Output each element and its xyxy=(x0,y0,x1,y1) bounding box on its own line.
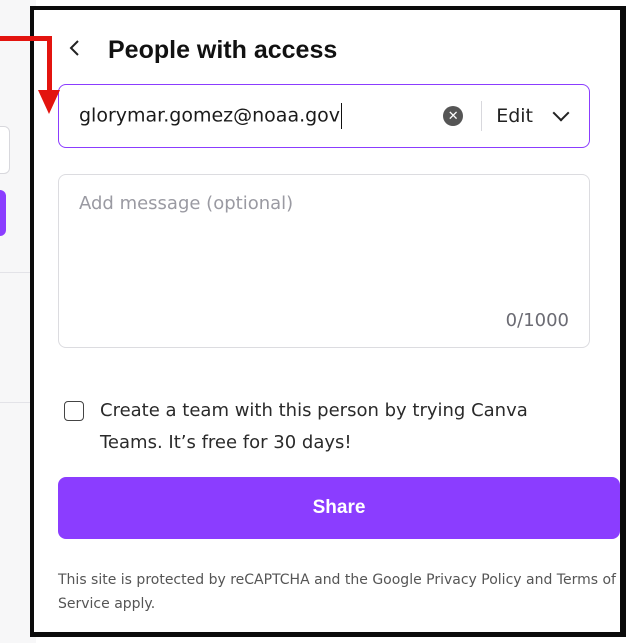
recaptcha-notice: This site is protected by reCAPTCHA and … xyxy=(58,572,616,612)
role-dropdown[interactable]: Edit xyxy=(496,104,570,127)
message-placeholder: Add message (optional) xyxy=(79,193,294,214)
text-caret xyxy=(341,103,343,129)
character-counter: 0/1000 xyxy=(505,310,569,331)
annotation-arrow-shaft xyxy=(0,36,52,41)
annotation-arrow-shaft xyxy=(47,36,52,92)
chevron-down-icon xyxy=(552,104,570,122)
annotation-arrow-head-icon xyxy=(38,90,60,114)
create-team-option[interactable]: Create a team with this person by trying… xyxy=(64,395,584,459)
page-title: People with access xyxy=(108,35,338,64)
chevron-left-icon xyxy=(69,39,79,56)
background-button xyxy=(0,190,6,236)
create-team-label: Create a team with this person by trying… xyxy=(100,400,528,453)
share-panel: People with access glorymar.gomez@noaa.g… xyxy=(30,6,626,637)
back-button[interactable] xyxy=(68,38,94,63)
background-input xyxy=(0,126,10,174)
message-textarea[interactable]: Add message (optional) 0/1000 xyxy=(58,174,590,348)
clear-circle-icon[interactable]: ✕ xyxy=(443,106,464,126)
share-button[interactable]: Share xyxy=(58,477,620,539)
email-value[interactable]: glorymar.gomez@noaa.gov xyxy=(79,103,443,129)
create-team-checkbox[interactable] xyxy=(64,401,84,421)
email-input[interactable]: glorymar.gomez@noaa.gov ✕ Edit xyxy=(58,84,590,148)
field-divider xyxy=(481,101,483,131)
panel-header: People with access xyxy=(68,30,337,70)
role-value: Edit xyxy=(496,105,533,127)
